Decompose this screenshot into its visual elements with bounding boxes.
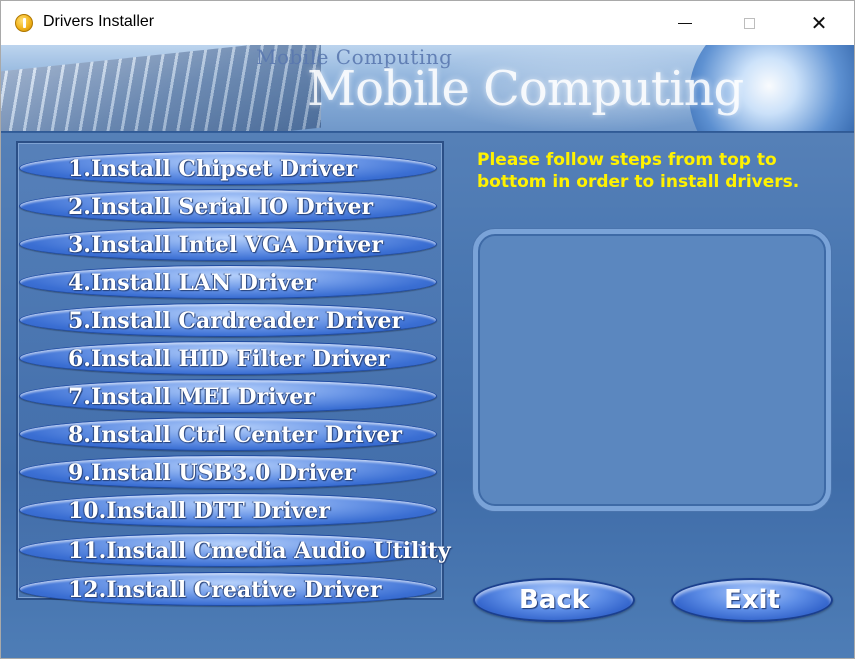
button-label: 6.Install HID Filter Driver bbox=[68, 346, 390, 372]
exit-button[interactable]: Exit bbox=[671, 578, 833, 622]
button-label: 4.Install LAN Driver bbox=[68, 270, 317, 296]
install-lan-driver-button[interactable]: 4.Install LAN Driver bbox=[19, 265, 437, 299]
maximize-icon bbox=[743, 17, 755, 29]
install-creative-driver-button[interactable]: 12.Install Creative Driver bbox=[19, 572, 437, 606]
install-cardreader-driver-button[interactable]: 5.Install Cardreader Driver bbox=[19, 303, 437, 337]
button-label: 12.Install Creative Driver bbox=[68, 577, 382, 603]
install-hid-filter-driver-button[interactable]: 6.Install HID Filter Driver bbox=[19, 341, 437, 375]
install-ctrl-center-driver-button[interactable]: 8.Install Ctrl Center Driver bbox=[19, 417, 437, 451]
exit-button-label: Exit bbox=[724, 585, 780, 615]
button-label: 9.Install USB3.0 Driver bbox=[68, 460, 356, 486]
minimize-icon bbox=[678, 22, 692, 24]
maximize-button[interactable] bbox=[721, 1, 777, 45]
minimize-button[interactable] bbox=[657, 1, 713, 45]
button-label: 1.Install Chipset Driver bbox=[68, 156, 358, 182]
app-disc-icon bbox=[15, 14, 33, 32]
back-button[interactable]: Back bbox=[473, 578, 635, 622]
button-label: 10.Install DTT Driver bbox=[68, 498, 330, 524]
install-chipset-driver-button[interactable]: 1.Install Chipset Driver bbox=[19, 151, 437, 185]
window-title: Drivers Installer bbox=[43, 13, 155, 30]
title-bar[interactable]: Drivers Installer ✕ bbox=[1, 1, 854, 45]
banner: Mobile Computing Mobile Computing bbox=[1, 45, 854, 133]
install-mei-driver-button[interactable]: 7.Install MEI Driver bbox=[19, 379, 437, 413]
button-label: 11.Install Cmedia Audio Utility bbox=[68, 538, 451, 564]
button-label: 3.Install Intel VGA Driver bbox=[68, 232, 383, 258]
install-intel-vga-driver-button[interactable]: 3.Install Intel VGA Driver bbox=[19, 227, 437, 261]
button-label: 8.Install Ctrl Center Driver bbox=[68, 422, 403, 448]
back-button-label: Back bbox=[518, 585, 590, 615]
instruction-text: Please follow steps from top to bottom i… bbox=[477, 150, 800, 192]
banner-logo-text: Mobile Computing bbox=[307, 61, 744, 117]
install-dtt-driver-button[interactable]: 10.Install DTT Driver bbox=[19, 493, 437, 527]
drivers-installer-window: Drivers Installer ✕ Mobile Computing Mob… bbox=[0, 0, 855, 659]
install-cmedia-audio-utility-button[interactable]: 11.Install Cmedia Audio Utility bbox=[19, 533, 451, 567]
installer-content: Mobile Computing Mobile Computing 1.Inst… bbox=[1, 45, 854, 658]
banner-divider bbox=[1, 131, 854, 133]
button-label: 2.Install Serial IO Driver bbox=[68, 194, 374, 220]
install-serial-io-driver-button[interactable]: 2.Install Serial IO Driver bbox=[19, 189, 437, 223]
driver-info-display bbox=[473, 229, 831, 511]
button-label: 7.Install MEI Driver bbox=[68, 384, 315, 410]
close-button[interactable]: ✕ bbox=[791, 1, 847, 45]
button-label: 5.Install Cardreader Driver bbox=[68, 308, 404, 334]
install-usb3-driver-button[interactable]: 9.Install USB3.0 Driver bbox=[19, 455, 437, 489]
close-icon: ✕ bbox=[810, 11, 828, 35]
